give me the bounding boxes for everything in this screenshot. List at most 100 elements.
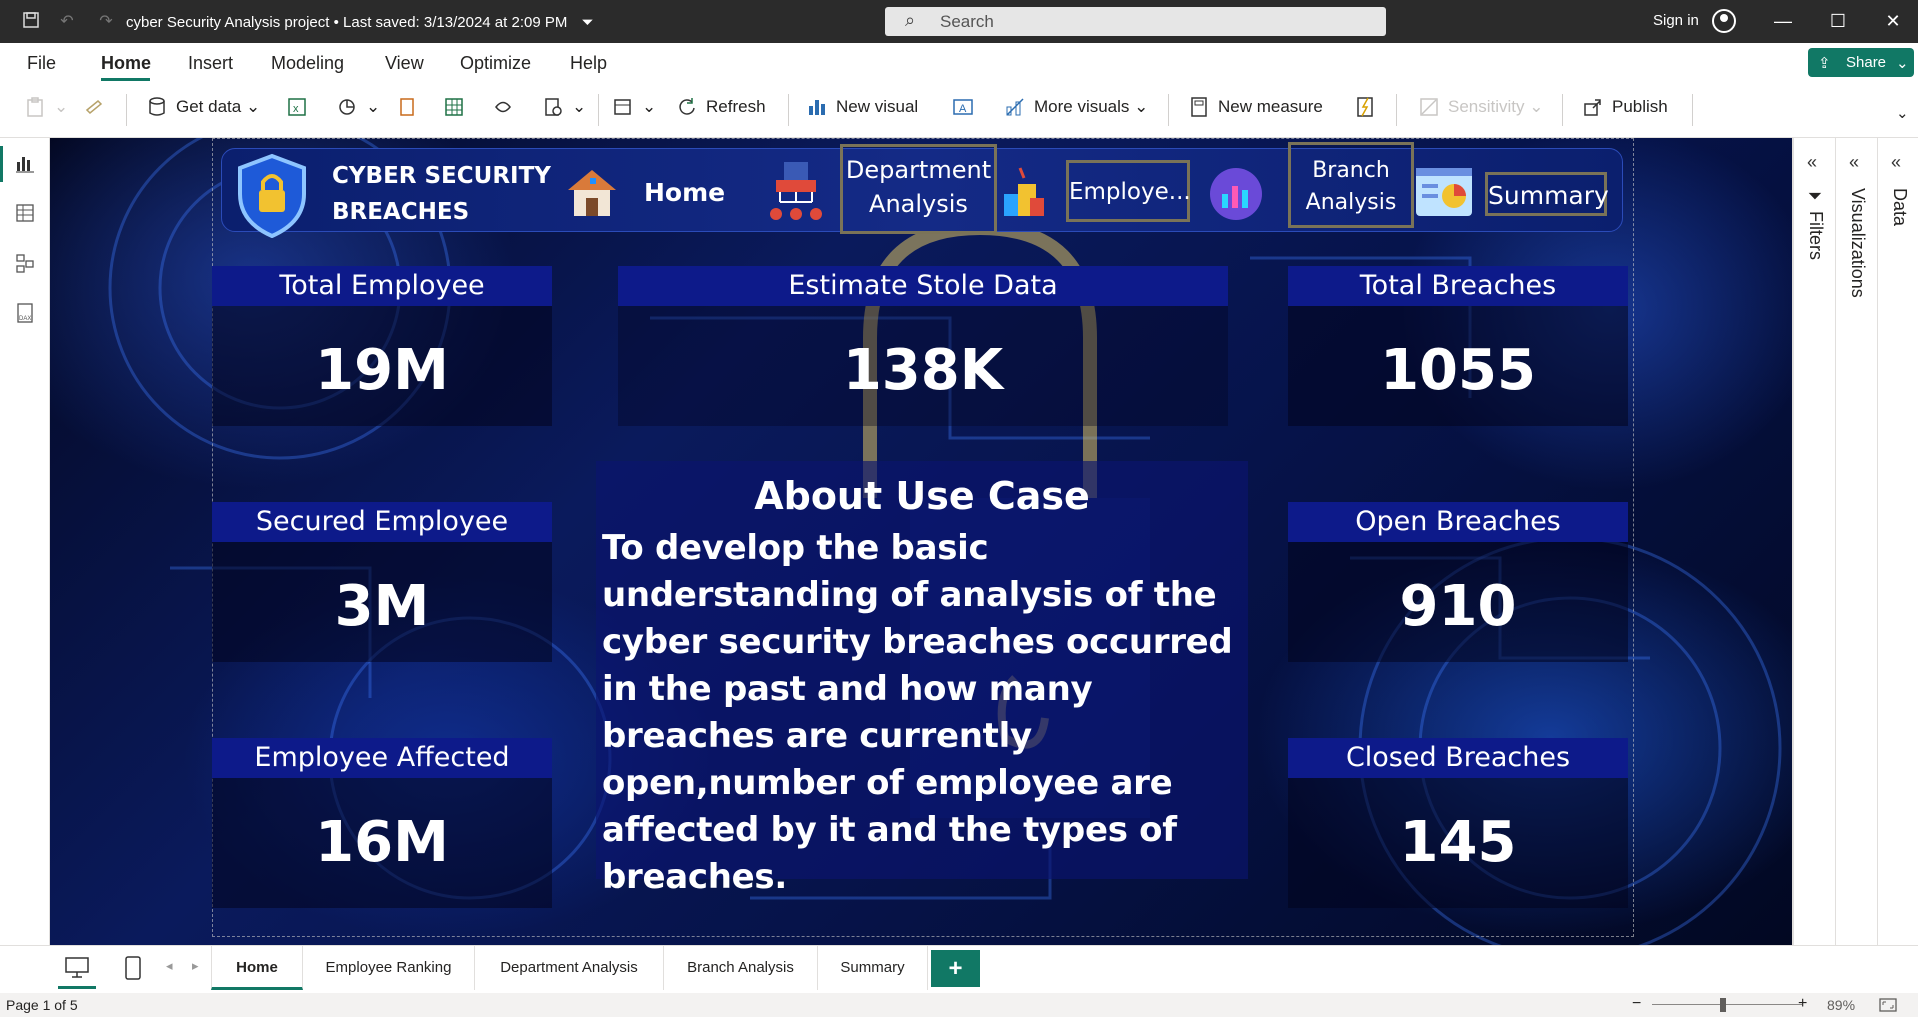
recent-sources-icon [545,98,562,116]
dataverse-button[interactable] [492,96,522,124]
more-visuals-button[interactable]: More visuals ⌄ [1004,96,1148,124]
text-box-button[interactable]: A [952,96,982,124]
sign-in-link[interactable]: Sign in [1653,12,1699,29]
save-icon[interactable] [20,11,42,33]
document-title[interactable]: cyber Security Analysis project • Last s… [126,14,594,31]
get-data-button[interactable]: Get data ⌄ [146,96,260,124]
excel-button[interactable]: x [286,96,316,124]
quick-measure-button[interactable] [1354,96,1384,124]
enter-data-button[interactable] [443,96,473,124]
summary-report-icon[interactable] [1414,164,1474,222]
minimize-icon[interactable]: — [1768,8,1798,34]
menu-file[interactable]: File [27,53,56,74]
document-name: cyber Security Analysis project [126,14,330,31]
zoom-slider-thumb[interactable] [1720,998,1726,1012]
redo-icon[interactable]: ↷ [95,11,117,33]
scroll-left-icon[interactable]: ◂ [166,958,173,974]
nav-department-button[interactable]: Department Analysis [840,144,997,234]
avatar-icon[interactable] [1712,9,1736,33]
sensitivity-icon [1420,98,1438,116]
undo-icon[interactable]: ↶ [56,11,78,33]
kpi-estimate-stole-data-label: Estimate Stole Data [618,266,1228,306]
tab-department-analysis[interactable]: Department Analysis [475,946,664,990]
sensitivity-button[interactable]: Sensitivity ⌄ [1418,96,1544,124]
mobile-layout-icon[interactable] [124,955,142,981]
share-button[interactable]: ⇪ Share ⌄ [1808,48,1914,77]
transform-data-button[interactable]: ⌄ [612,96,656,124]
active-layout-indicator [58,986,96,989]
add-page-button[interactable]: + [931,950,980,987]
zoom-level: 89% [1827,997,1856,1013]
recent-sources-button[interactable]: ⌄ [542,96,586,124]
nav-summary-button[interactable]: Summary [1485,172,1609,216]
page-indicator: Page 1 of 5 [6,997,78,1013]
nav-department-label: Department Analysis [843,153,994,221]
nav-employee-button[interactable]: Employe... [1066,160,1191,222]
refresh-button[interactable]: Refresh [676,96,766,124]
paste-button[interactable]: ⌄ [24,96,68,124]
nav-department-line1: Department [845,156,992,184]
right-panes: « ⏷ Filters « Visualizations « Data [1792,138,1918,945]
kpi-closed-breaches-value: 145 [1399,810,1517,875]
menu-home[interactable]: Home [101,53,151,74]
sql-server-icon [400,98,414,116]
ribbon-collapse-icon[interactable]: ⌄ [1896,104,1909,132]
kpi-employee-affected-value: 16M [315,810,449,875]
chevron-left-icon[interactable]: « [1807,152,1817,173]
zoom-in-icon[interactable]: + [1798,995,1807,1013]
nav-home-button[interactable]: Home [644,178,725,207]
ranking-blocks-icon[interactable] [1000,164,1048,222]
department-hierarchy-icon[interactable] [766,160,826,226]
nav-employee-label: Employe... [1069,179,1191,205]
menu-help[interactable]: Help [570,53,607,74]
analytics-globe-icon[interactable] [1206,166,1266,222]
tab-branch-analysis[interactable]: Branch Analysis [664,946,818,990]
about-use-case-card[interactable]: About Use Case To develop the basic unde… [596,461,1248,897]
maximize-icon[interactable]: ☐ [1823,8,1853,34]
menu-insert[interactable]: Insert [188,53,233,74]
onelake-button[interactable]: ⌄ [336,96,380,124]
ribbon-divider [598,94,599,126]
fit-to-page-icon[interactable] [1878,997,1898,1013]
nav-branch-label: Branch Analysis [1291,155,1411,219]
visualizations-pane[interactable]: « Visualizations [1835,138,1877,945]
dax-query-view-icon[interactable]: DAX [14,302,36,324]
house-icon[interactable] [564,164,620,220]
scroll-right-icon[interactable]: ▸ [192,958,199,974]
zoom-slider-track[interactable] [1652,1004,1802,1005]
zoom-out-icon[interactable]: − [1632,995,1641,1013]
report-view-icon[interactable] [14,152,36,174]
kpi-estimate-stole-data-value: 138K [842,338,1004,403]
menu-modeling[interactable]: Modeling [271,53,344,74]
filters-pane[interactable]: « ⏷ Filters [1793,138,1835,945]
tab-home[interactable]: Home [211,946,303,990]
kpi-total-employee-label: Total Employee [212,266,552,306]
sql-button[interactable] [396,96,426,124]
tab-summary[interactable]: Summary [818,946,928,990]
menu-optimize[interactable]: Optimize [460,53,531,74]
close-icon[interactable]: ✕ [1878,8,1908,34]
kpi-total-breaches-value: 1055 [1380,338,1536,403]
data-pane[interactable]: « Data [1877,138,1918,945]
chevron-down-icon: ⌄ [1524,97,1544,116]
menu-view[interactable]: View [385,53,424,74]
search-box[interactable]: ⌕ Search [885,7,1386,36]
tab-employee-ranking[interactable]: Employee Ranking [303,946,475,990]
desktop-layout-icon[interactable] [64,956,90,980]
nav-branch-button[interactable]: Branch Analysis [1288,142,1414,228]
chevron-left-icon[interactable]: « [1891,152,1901,173]
table-icon [445,98,463,116]
chevron-down-icon[interactable]: ⏷ [582,14,594,31]
chevron-left-icon[interactable]: « [1849,152,1859,173]
publish-button[interactable]: Publish [1582,96,1668,124]
nav-department-line2: Analysis [869,190,968,218]
table-view-icon[interactable] [14,202,36,224]
page-tab-bar: ◂ ▸ Home Employee Ranking Department Ana… [0,945,1918,993]
new-visual-button[interactable]: New visual [806,96,918,124]
model-view-icon[interactable] [14,252,36,274]
new-measure-button[interactable]: New measure [1188,96,1323,124]
refresh-label: Refresh [706,97,766,116]
kpi-secured-employee-value: 3M [334,574,430,639]
get-data-label: Get data [176,97,242,116]
format-painter-button[interactable] [84,96,114,124]
